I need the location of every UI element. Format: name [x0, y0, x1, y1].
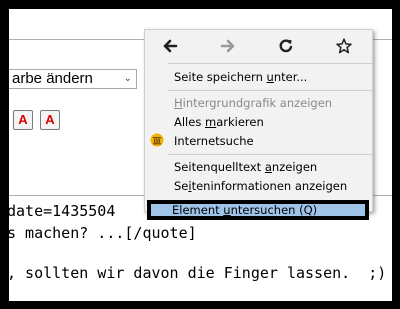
format-button-1-label: A	[18, 112, 28, 127]
star-icon	[336, 38, 352, 54]
post-text-line-2: s machen? ...[/quote]	[9, 224, 197, 242]
format-button-1[interactable]: A	[13, 110, 33, 130]
format-button-2[interactable]: A	[40, 110, 60, 130]
post-text-line-3: , sollten wir davon die Finger lassen. ;…	[9, 264, 387, 282]
menu-item-view-background[interactable]: Hintergrundgrafik anzeigen	[174, 94, 332, 113]
menu-item-page-info[interactable]: Seiteninformationen anzeigen	[174, 177, 347, 196]
menu-separator	[168, 90, 373, 91]
arrow-right-icon	[220, 39, 235, 53]
menu-separator	[168, 63, 373, 64]
arrow-left-icon	[163, 39, 178, 53]
context-menu-nav-row	[145, 30, 372, 62]
menu-item-select-all[interactable]: Alles markieren	[174, 113, 264, 132]
menu-item-save-page[interactable]: Seite speichern unter...	[174, 68, 307, 87]
post-text-line-1: date=1435504	[9, 202, 116, 220]
menu-separator	[168, 154, 373, 155]
context-menu: Seite speichern unter... Hintergrundgraf…	[144, 29, 373, 212]
forward-button[interactable]	[213, 32, 243, 60]
bookmark-button[interactable]	[329, 32, 359, 60]
search-engine-icon	[150, 133, 164, 147]
color-select-value: arbe ändern	[12, 70, 93, 87]
reload-icon	[279, 39, 293, 53]
format-button-2-label: A	[45, 112, 55, 127]
back-button[interactable]	[155, 32, 185, 60]
menu-item-view-source[interactable]: Seitenquelltext anzeigen	[174, 158, 317, 177]
menu-item-inspect-element[interactable]: Element untersuchen (Q)	[172, 203, 317, 218]
menu-item-web-search[interactable]: Internetsuche	[174, 132, 254, 151]
reload-button[interactable]	[271, 32, 301, 60]
chevron-down-icon: ⌄	[123, 73, 132, 84]
color-select[interactable]: arbe ändern ⌄	[9, 69, 137, 89]
